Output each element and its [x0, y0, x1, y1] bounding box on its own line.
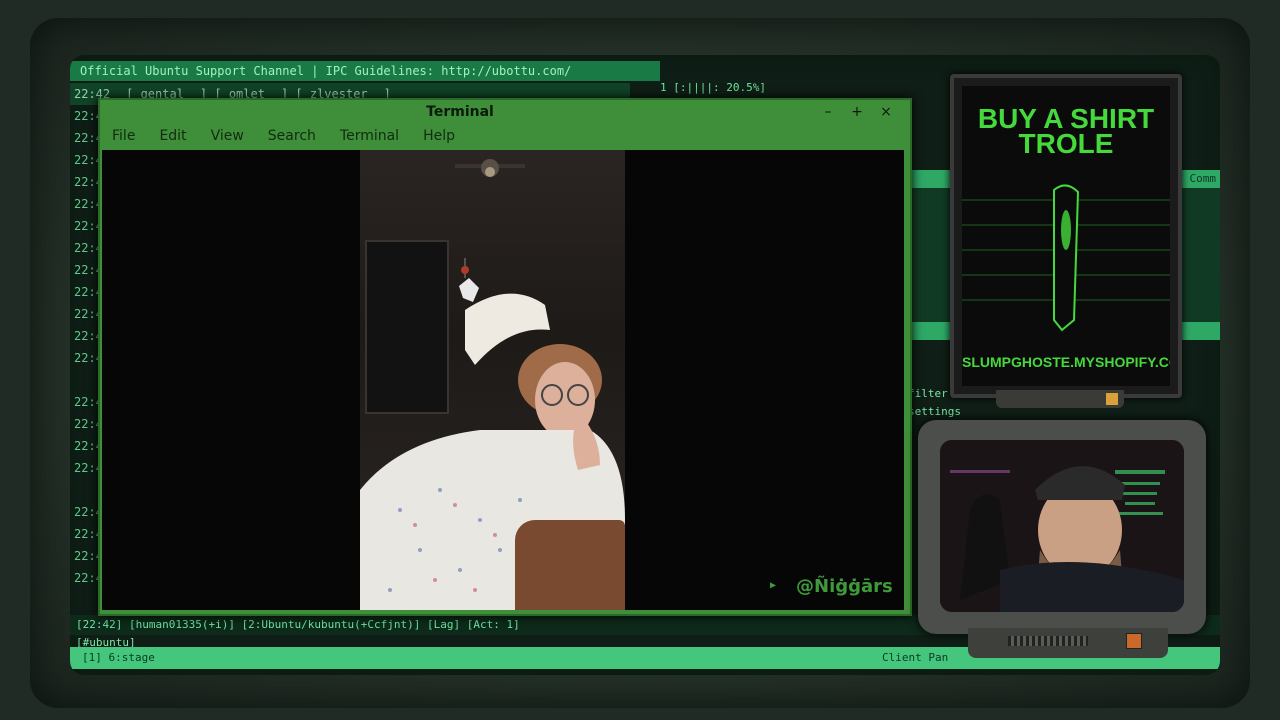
poster-stand — [996, 390, 1124, 408]
webcam-monitor-stand — [968, 628, 1168, 658]
menu-file[interactable]: File — [100, 124, 147, 148]
menu-terminal[interactable]: Terminal — [328, 124, 411, 148]
cpu-meter: 1 [:||||: 20.5%] — [660, 81, 766, 94]
poster-frame: BUY A SHIRT TROLE SLUMPGHOSTE.MYSHOPIFY.… — [950, 74, 1182, 398]
webcam-feed — [940, 440, 1184, 612]
terminal-body[interactable]: ▶ @Ñiġġārs — [102, 150, 904, 610]
maximize-button[interactable]: + — [845, 102, 869, 122]
streamer-webcam-image — [940, 440, 1184, 612]
watermark-handle: @Ñiġġārs — [796, 576, 893, 597]
tmux-window-label: [1] 6:stage — [82, 651, 155, 664]
webcam-monitor — [918, 420, 1206, 634]
menu-search[interactable]: Search — [256, 124, 328, 148]
side-line: settings — [908, 405, 961, 418]
irc-status-text: [22:42] [human01335(+i)] [2:Ubuntu/kubun… — [76, 618, 520, 631]
menu-help[interactable]: Help — [411, 124, 467, 148]
minimize-button[interactable]: – — [816, 102, 840, 122]
terminal-menubar: File Edit View Search Terminal Help — [100, 124, 910, 148]
ceiling-fan-icon — [455, 159, 525, 177]
menu-view[interactable]: View — [199, 124, 256, 148]
tmux-client-label: Client Pan — [882, 651, 949, 664]
poster-title: BUY A SHIRT TROLE — [962, 105, 1170, 159]
poster-url[interactable]: SLUMPGHOSTE.MYSHOPIFY.COM — [962, 354, 1170, 370]
menu-edit[interactable]: Edit — [147, 124, 198, 148]
terminal-window[interactable]: Terminal – + × File Edit View Search Termina… — [98, 98, 912, 616]
poster-title-line-2: TROLE — [1018, 128, 1114, 159]
terminal-titlebar[interactable]: Terminal – + × — [100, 100, 910, 124]
terminal-title: Terminal — [426, 104, 494, 120]
brown-couch — [515, 520, 625, 610]
video-frame — [360, 150, 625, 610]
power-button-icon[interactable] — [1126, 633, 1142, 649]
close-button[interactable]: × — [874, 102, 898, 122]
poster-knob — [1106, 393, 1118, 405]
monitor-vent — [1008, 636, 1088, 646]
shirt-ad-poster[interactable]: BUY A SHIRT TROLE SLUMPGHOSTE.MYSHOPIFY.… — [962, 86, 1170, 386]
ghost-art-icon — [962, 184, 1170, 332]
irc-channel-topic: Official Ubuntu Support Channel | IPC Gu… — [70, 61, 660, 81]
cursor-arrow-icon: ▶ — [770, 580, 777, 591]
